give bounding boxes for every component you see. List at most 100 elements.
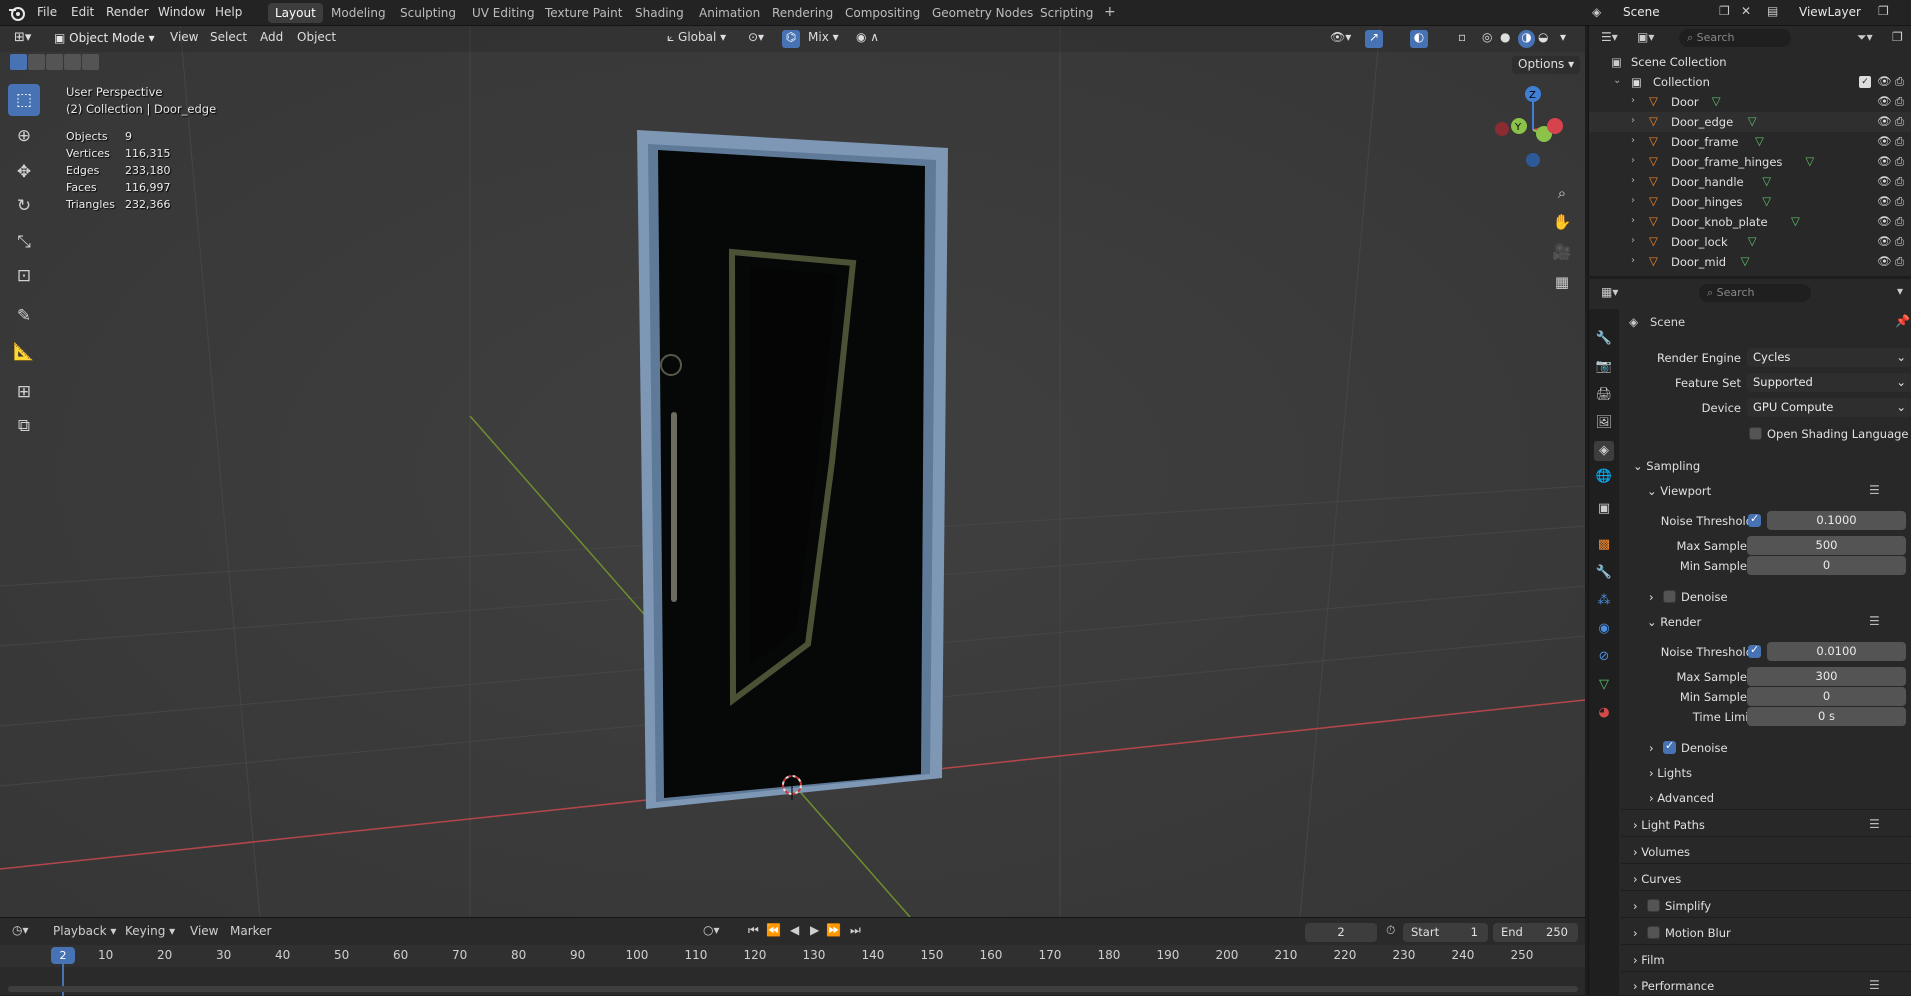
- exclude-checkbox-icon[interactable]: ✓: [1859, 76, 1871, 88]
- add-menu[interactable]: Add: [260, 30, 283, 48]
- mesh-data-icon[interactable]: ▽: [1741, 254, 1750, 268]
- vp-denoise-subpanel[interactable]: ›: [1649, 590, 1654, 604]
- select-extend-icon[interactable]: [28, 54, 45, 70]
- vp-noise-threshold-field[interactable]: 0.1000: [1767, 511, 1906, 530]
- output-tab-icon[interactable]: 🖨: [1594, 385, 1614, 405]
- r-noise-threshold-field[interactable]: 0.0100: [1767, 642, 1906, 661]
- proportional-edit-icon[interactable]: ◉ ∧: [856, 30, 879, 48]
- select-subtract-icon[interactable]: [46, 54, 63, 70]
- outliner-object-row[interactable]: › ▽ Door_knob_plate ▽ 👁 ⎙: [1589, 212, 1911, 232]
- collection-tab-icon[interactable]: ▣: [1594, 499, 1614, 519]
- eye-icon[interactable]: 👁: [1877, 234, 1892, 248]
- 3d-viewport[interactable]: ⊞▾ ▣ Object Mode ▾ View Select Add Objec…: [0, 26, 1585, 917]
- gizmo-toggle-icon[interactable]: ↗: [1365, 30, 1383, 48]
- lights-subpanel[interactable]: › Lights: [1649, 766, 1692, 780]
- outliner-object-row[interactable]: › ▽ Door_lock ▽ 👁 ⎙: [1589, 232, 1911, 252]
- select-menu[interactable]: Select: [210, 30, 247, 48]
- start-frame-field[interactable]: Start 1: [1403, 923, 1488, 942]
- eye-icon[interactable]: 👁: [1877, 154, 1892, 168]
- curves-panel[interactable]: › Curves: [1633, 872, 1681, 886]
- render-subpanel-header[interactable]: ⌄ Render: [1647, 615, 1701, 629]
- mesh-data-icon[interactable]: ▽: [1762, 174, 1771, 188]
- simplify-panel[interactable]: ›: [1633, 899, 1638, 913]
- camera-icon[interactable]: ⎙: [1895, 74, 1904, 89]
- vp-max-samples-field[interactable]: 500: [1747, 536, 1906, 555]
- expand-icon[interactable]: ›: [1631, 135, 1635, 146]
- film-panel[interactable]: › Film: [1633, 953, 1665, 967]
- menu-window[interactable]: Window: [158, 5, 205, 19]
- viewport-presets-icon[interactable]: ☰: [1869, 483, 1880, 497]
- device-select[interactable]: GPU Compute ⌄: [1747, 398, 1911, 417]
- pin-icon[interactable]: 📌: [1895, 314, 1910, 328]
- select-intersect-icon[interactable]: [82, 54, 99, 70]
- scene-name[interactable]: Scene: [1623, 5, 1660, 19]
- camera-view-icon[interactable]: 🎥: [1549, 239, 1575, 265]
- new-view-layer-icon[interactable]: ❐: [1878, 4, 1889, 18]
- world-tab-icon[interactable]: 🌐: [1594, 467, 1614, 487]
- shading-options-icon[interactable]: ▾: [1560, 30, 1566, 48]
- camera-icon[interactable]: ⎙: [1895, 94, 1904, 109]
- new-scene-icon[interactable]: ❐: [1719, 4, 1730, 18]
- light-paths-panel[interactable]: › Light Paths: [1633, 818, 1705, 832]
- collection-row[interactable]: ⌄ ▣ Collection ✓ 👁 ⎙: [1589, 72, 1911, 92]
- material-tab-icon[interactable]: ◕: [1594, 703, 1614, 723]
- mesh-data-icon[interactable]: ▽: [1762, 194, 1771, 208]
- r-time-limit-field[interactable]: 0 s: [1747, 707, 1906, 726]
- scene-collection-row[interactable]: ▣ Scene Collection: [1589, 52, 1911, 72]
- physics-tab-icon[interactable]: ◉: [1594, 619, 1614, 639]
- mesh-data-icon[interactable]: ▽: [1791, 214, 1800, 228]
- tab-layout[interactable]: Layout: [268, 3, 323, 23]
- shading-solid-icon[interactable]: ●: [1500, 30, 1510, 48]
- view-layer-tab-icon[interactable]: 🖼: [1594, 413, 1614, 433]
- visibility-icon[interactable]: 👁▾: [1330, 30, 1351, 48]
- camera-icon[interactable]: ⎙: [1895, 174, 1904, 189]
- mesh-data-icon[interactable]: ▽: [1748, 234, 1757, 248]
- vp-min-samples-field[interactable]: 0: [1747, 556, 1906, 575]
- mesh-data-icon[interactable]: ▽: [1805, 154, 1814, 168]
- camera-icon[interactable]: ⎙: [1895, 114, 1904, 129]
- preview-range-icon[interactable]: ⏱: [1386, 923, 1395, 938]
- pan-hand-icon[interactable]: ✋: [1549, 209, 1575, 235]
- cursor-tool-icon[interactable]: ⊕: [8, 120, 40, 152]
- r-denoise-checkbox[interactable]: [1663, 739, 1676, 754]
- camera-icon[interactable]: ⎙: [1895, 134, 1904, 149]
- ortho-toggle-icon[interactable]: ▦: [1549, 269, 1575, 295]
- osl-checkbox[interactable]: [1749, 427, 1762, 440]
- measure-tool-icon[interactable]: 📐: [8, 336, 40, 368]
- outliner-object-row[interactable]: › ▽ Door_hinges ▽ 👁 ⎙: [1589, 192, 1911, 212]
- eye-icon[interactable]: 👁: [1877, 74, 1892, 88]
- eye-icon[interactable]: 👁: [1877, 254, 1892, 268]
- play-icon[interactable]: ▶: [810, 923, 819, 937]
- outliner-search-input[interactable]: ⌕ Search: [1679, 29, 1791, 47]
- object-menu[interactable]: Object: [297, 30, 336, 48]
- modifier-tab-icon[interactable]: 🔧: [1594, 563, 1614, 583]
- blender-logo-icon[interactable]: [8, 4, 26, 22]
- expand-icon[interactable]: ›: [1631, 195, 1635, 206]
- jump-key-forward-icon[interactable]: ⏩: [826, 923, 841, 937]
- sampling-panel-header[interactable]: ⌄ Sampling: [1633, 459, 1700, 473]
- tab-scripting[interactable]: Scripting: [1033, 3, 1100, 23]
- particles-tab-icon[interactable]: ⁂: [1594, 591, 1614, 611]
- options-button[interactable]: Options ▾: [1512, 56, 1581, 74]
- new-collection-icon[interactable]: ❐: [1892, 30, 1903, 44]
- expand-icon[interactable]: ⌄: [1613, 75, 1621, 86]
- eye-icon[interactable]: 👁: [1877, 174, 1892, 188]
- playback-menu[interactable]: Playback ▾: [53, 924, 116, 938]
- display-mode-icon[interactable]: ▣▾: [1637, 30, 1654, 44]
- tab-modeling[interactable]: Modeling: [324, 3, 393, 23]
- tab-uv-editing[interactable]: UV Editing: [465, 3, 542, 23]
- outliner-object-row[interactable]: › ▽ Door_edge ▽ 👁 ⎙: [1589, 112, 1911, 132]
- delete-scene-icon[interactable]: ✕: [1741, 4, 1751, 18]
- select-new-icon[interactable]: [10, 54, 27, 70]
- editor-type-icon[interactable]: ⊞▾: [14, 30, 31, 48]
- tab-compositing[interactable]: Compositing: [838, 3, 927, 23]
- play-reverse-icon[interactable]: ◀: [790, 923, 799, 937]
- feature-set-select[interactable]: Supported ⌄: [1747, 373, 1911, 392]
- outliner-object-row[interactable]: › ▽ Door ▽ 👁 ⎙: [1589, 92, 1911, 112]
- performance-presets-icon[interactable]: ☰: [1869, 978, 1880, 992]
- camera-icon[interactable]: ⎙: [1895, 214, 1904, 229]
- snap-icon[interactable]: ⌬: [782, 30, 800, 48]
- jump-key-back-icon[interactable]: ⏪: [766, 923, 781, 937]
- transform-tool-icon[interactable]: ⊡: [8, 260, 40, 292]
- camera-icon[interactable]: ⎙: [1895, 254, 1904, 269]
